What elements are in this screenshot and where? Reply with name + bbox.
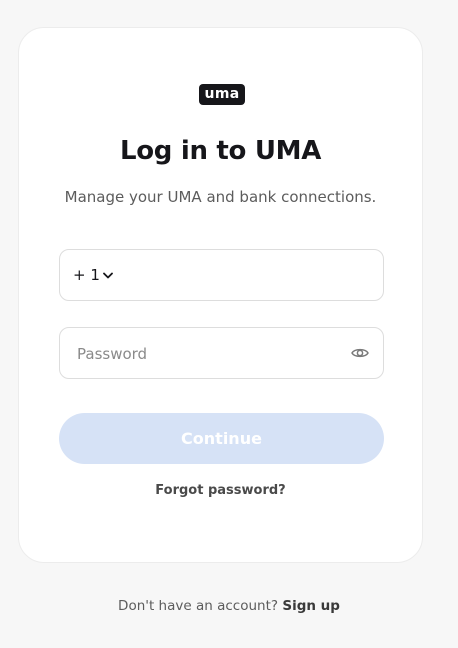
signup-link[interactable]: Sign up <box>282 598 340 614</box>
chevron-down-icon <box>102 272 113 278</box>
signup-footer: Don't have an account? Sign up <box>0 598 458 614</box>
password-input[interactable] <box>75 329 339 379</box>
country-code-select[interactable]: + 1 <box>73 266 113 284</box>
continue-button[interactable]: Continue <box>59 413 384 464</box>
phone-input[interactable] <box>120 251 374 301</box>
password-field <box>59 327 384 379</box>
signup-prompt: Don't have an account? <box>118 598 279 614</box>
country-code-label: + 1 <box>73 266 100 284</box>
login-card: uma Log in to UMA Manage your UMA and ba… <box>18 27 423 563</box>
eye-icon[interactable] <box>351 345 369 361</box>
uma-logo: uma <box>199 84 245 105</box>
page-title: Log in to UMA <box>119 136 322 166</box>
page-subtitle: Manage your UMA and bank connections. <box>64 188 377 206</box>
forgot-password-link[interactable]: Forgot password? <box>19 483 422 498</box>
phone-field: + 1 <box>59 249 384 301</box>
